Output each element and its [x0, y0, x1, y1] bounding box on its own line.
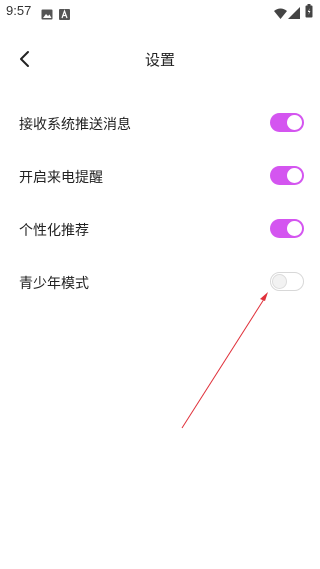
status-bar: 9:57 — [0, 0, 320, 22]
status-time: 9:57 — [6, 3, 32, 18]
toggle-knob — [287, 115, 302, 130]
call-reminder-toggle[interactable] — [270, 166, 304, 185]
push-messages-toggle[interactable] — [270, 113, 304, 132]
setting-row-call-reminder: 开启来电提醒 — [0, 149, 320, 202]
setting-row-push-messages: 接收系统推送消息 — [0, 96, 320, 149]
setting-label: 个性化推荐 — [19, 223, 89, 239]
toggle-knob — [272, 274, 287, 289]
setting-label: 接收系统推送消息 — [19, 117, 131, 133]
setting-label: 开启来电提醒 — [19, 170, 103, 186]
page-title: 设置 — [144, 51, 175, 69]
settings-list: 接收系统推送消息 开启来电提醒 个性化推荐 青少年模式 — [0, 96, 320, 308]
settings-screen: 9:57 设置 接收系统推送消息 开启来电提醒 个性化推荐 青少年模式 — [0, 0, 320, 569]
toggle-knob — [287, 168, 302, 183]
a-icon — [59, 5, 70, 24]
header-bar: 设置 — [0, 40, 320, 78]
signal-icon — [288, 4, 300, 23]
image-icon — [41, 5, 53, 24]
setting-label: 青少年模式 — [19, 276, 89, 292]
personalized-recommendations-toggle[interactable] — [270, 219, 304, 238]
toggle-knob — [287, 221, 302, 236]
battery-icon — [305, 3, 313, 22]
setting-row-teen-mode: 青少年模式 — [0, 255, 320, 308]
wifi-icon — [274, 4, 287, 23]
teen-mode-toggle[interactable] — [270, 272, 304, 291]
setting-row-personalized-recommendations: 个性化推荐 — [0, 202, 320, 255]
